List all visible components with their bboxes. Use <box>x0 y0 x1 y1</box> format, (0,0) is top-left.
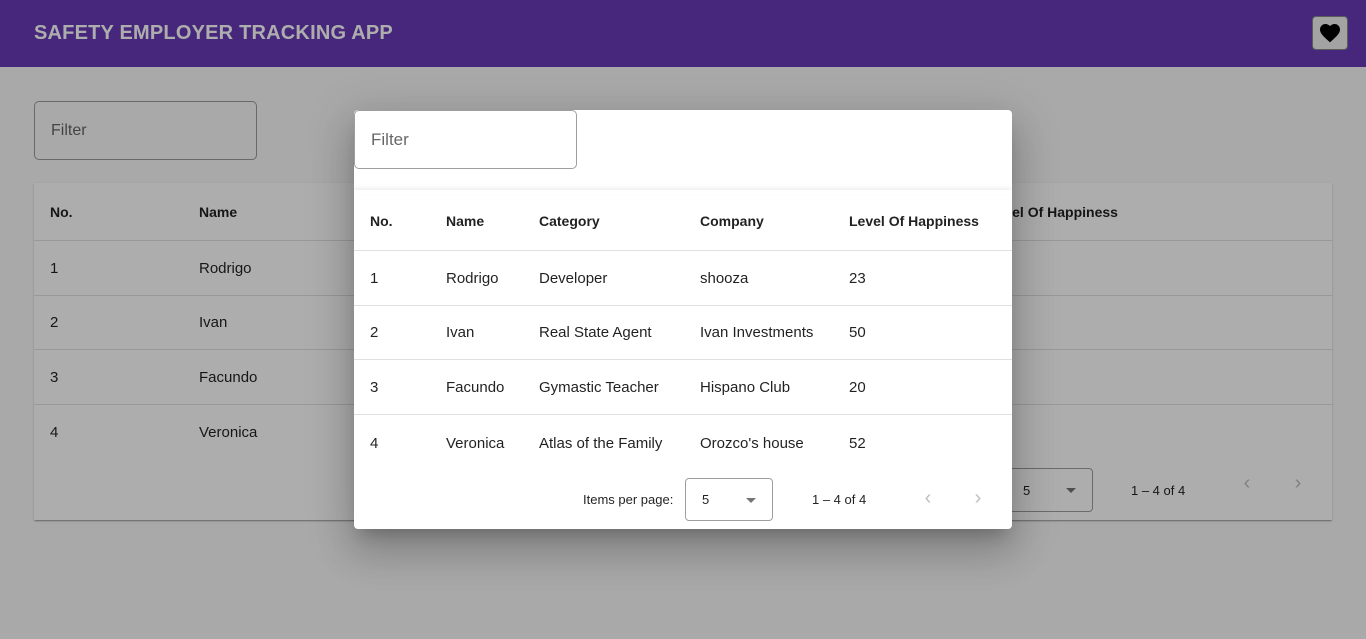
cell-happiness: 50 <box>849 324 866 341</box>
cell-no: 4 <box>370 434 379 452</box>
cell-category: Gymastic Teacher <box>539 378 659 396</box>
cell-category: Developer <box>539 269 608 287</box>
dialog-table-header: No. Name Category Company Level Of Happi… <box>354 192 1012 251</box>
cell-name: Rodrigo <box>446 269 499 287</box>
cell-happiness: 52 <box>849 434 866 452</box>
cell-name: Ivan <box>446 324 475 341</box>
dropdown-arrow-icon <box>746 498 756 503</box>
table-row: 3 Facundo Gymastic Teacher Hispano Club … <box>354 360 1012 415</box>
items-per-page-value: 5 <box>702 492 710 507</box>
cell-name: Facundo <box>446 378 505 396</box>
cell-company: Orozco's house <box>700 434 804 452</box>
items-per-page-select[interactable]: 5 <box>685 478 773 521</box>
next-page-button[interactable]: › <box>958 478 998 518</box>
cell-no: 3 <box>370 378 379 396</box>
table-row: 1 Rodrigo Developer shooza 23 <box>354 251 1012 306</box>
cell-category: Real State Agent <box>539 324 652 341</box>
table-row: 2 Ivan Real State Agent Ivan Investments… <box>354 306 1012 360</box>
col-company: Company <box>700 213 764 229</box>
chevron-left-icon: ‹ <box>924 486 932 509</box>
cell-name: Veronica <box>446 434 505 452</box>
col-name: Name <box>446 213 485 229</box>
col-category: Category <box>539 213 600 229</box>
employee-dialog: Filter No. Name Category Company Level O… <box>354 110 1012 529</box>
cell-happiness: 20 <box>849 378 866 396</box>
cell-company: shooza <box>700 269 749 287</box>
cell-category: Atlas of the Family <box>539 434 663 452</box>
cell-company: Ivan Investments <box>700 324 814 341</box>
col-no: No. <box>370 213 393 229</box>
dialog-filter-placeholder: Filter <box>371 129 409 149</box>
cell-company: Hispano Club <box>700 378 791 396</box>
table-row: 4 Veronica Atlas of the Family Orozco's … <box>354 415 1012 471</box>
range-label: 1 – 4 of 4 <box>812 492 867 507</box>
cell-no: 2 <box>370 324 379 341</box>
cell-no: 1 <box>370 269 379 287</box>
previous-page-button[interactable]: ‹ <box>908 478 948 518</box>
cell-happiness: 23 <box>849 269 866 287</box>
items-per-page-label: Items per page: <box>583 492 674 507</box>
chevron-right-icon: › <box>974 486 982 509</box>
dialog-filter-input[interactable]: Filter <box>354 110 577 169</box>
col-happiness: Level Of Happiness <box>849 213 979 229</box>
dialog-paginator: Items per page: 5 1 – 4 of 4 ‹ › <box>354 468 1012 529</box>
